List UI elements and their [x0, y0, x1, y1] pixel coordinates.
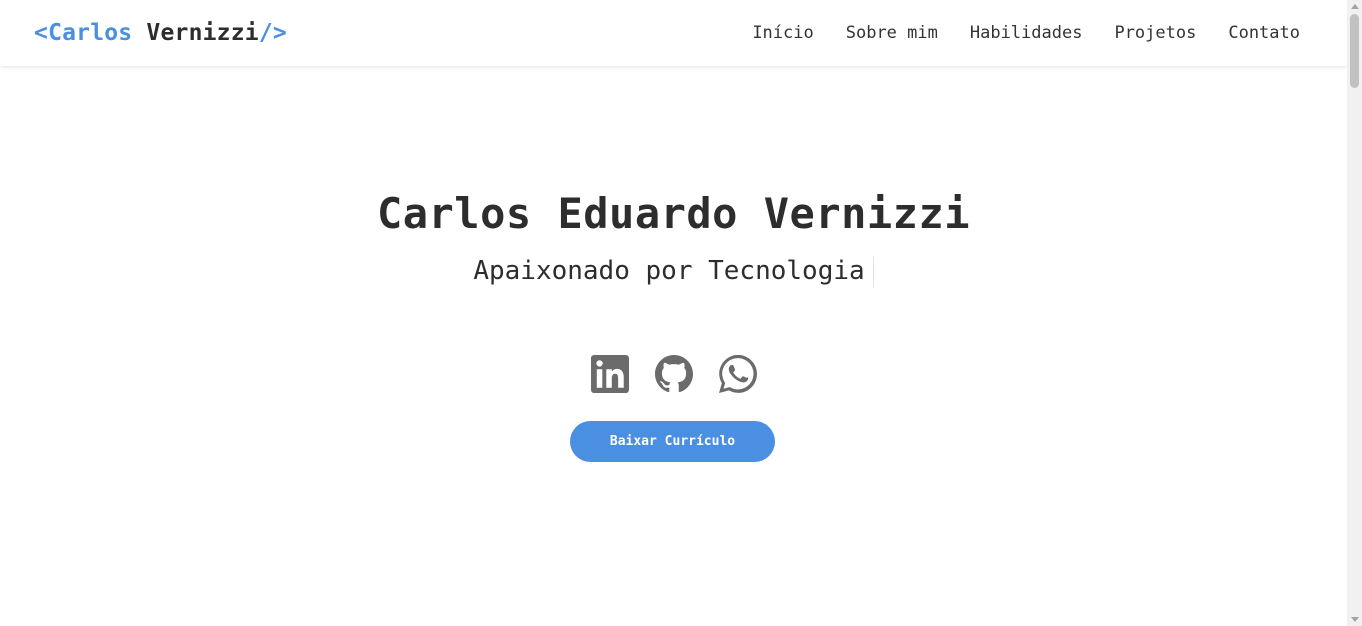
download-cv-button[interactable]: Baixar Currículo [570, 421, 775, 462]
scroll-up-arrow[interactable] [1351, 4, 1359, 9]
scrollbar-thumb[interactable] [1350, 14, 1359, 88]
logo[interactable]: <Carlos Vernizzi/> [34, 20, 287, 46]
scrollbar[interactable] [1347, 0, 1362, 626]
whatsapp-icon [718, 355, 757, 393]
scroll-down-arrow[interactable] [1351, 617, 1359, 622]
logo-first-name: Carlos [48, 20, 133, 46]
github-icon [654, 355, 693, 393]
github-link[interactable] [654, 354, 694, 394]
logo-last-name: Vernizzi [146, 20, 259, 46]
nav-link-habilidades[interactable]: Habilidades [970, 23, 1083, 43]
navbar: <Carlos Vernizzi/> Início Sobre mim Habi… [0, 0, 1347, 66]
typing-cursor [872, 256, 874, 287]
nav-link-projetos[interactable]: Projetos [1114, 23, 1196, 43]
social-links [0, 354, 1347, 394]
hero-subtitle: Apaixonado por Tecnologia [0, 256, 1347, 287]
nav-link-contato[interactable]: Contato [1228, 23, 1300, 43]
hero-subtitle-text: Apaixonado por Tecnologia [473, 256, 865, 286]
nav-link-inicio[interactable]: Início [752, 23, 813, 43]
linkedin-link[interactable] [590, 354, 630, 394]
hero-name: Carlos Eduardo Vernizzi [376, 189, 971, 238]
hero-section: Carlos Eduardo Vernizzi Apaixonado por T… [0, 66, 1347, 626]
nav-link-sobre-mim[interactable]: Sobre mim [846, 23, 938, 43]
logo-close-bracket: /> [258, 20, 287, 46]
whatsapp-link[interactable] [718, 354, 758, 394]
nav-links: Início Sobre mim Habilidades Projetos Co… [752, 23, 1300, 43]
logo-open-bracket: < [34, 20, 49, 46]
linkedin-icon [590, 355, 629, 393]
